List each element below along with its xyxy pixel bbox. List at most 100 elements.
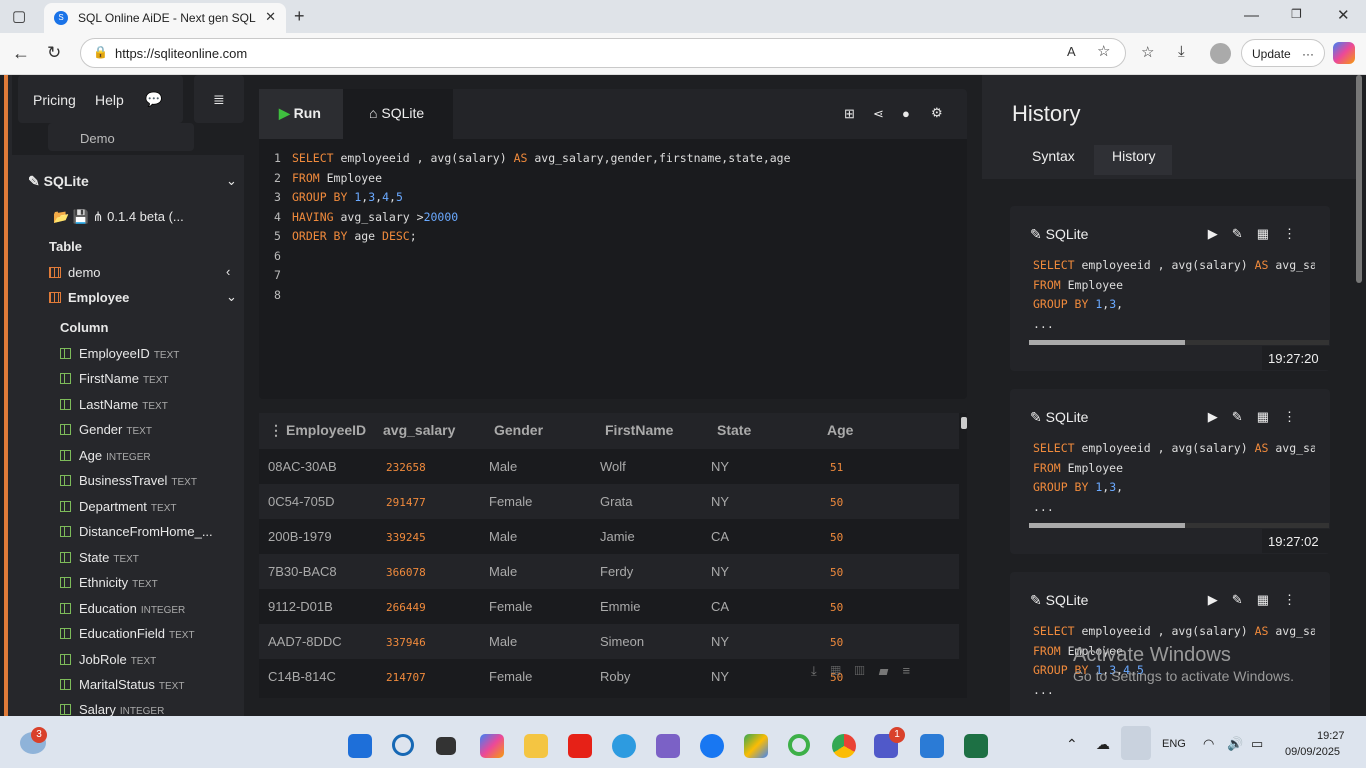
restore-icon[interactable]: ❐ [1291, 8, 1302, 20]
editor-tab-sqlite[interactable]: ⌂ SQLite [343, 89, 453, 139]
copilot-icon[interactable] [1333, 42, 1355, 64]
column-item[interactable]: Ethnicity TEXT [60, 575, 158, 590]
table-item-demo[interactable]: demo [49, 265, 101, 280]
run-button[interactable]: ▶ Run [259, 89, 343, 139]
code-area[interactable]: 1 SELECT employeeid , avg(salary) AS avg_… [274, 149, 791, 305]
card-scrollbar[interactable] [1029, 523, 1329, 528]
update-button[interactable]: Update ··· [1241, 39, 1325, 67]
url-field[interactable]: 🔒 https://sqliteonline.com A ☆ [80, 38, 1126, 68]
column-item[interactable]: LastName TEXT [60, 397, 168, 412]
column-item[interactable]: State TEXT [60, 550, 139, 565]
youtube-icon[interactable] [568, 734, 592, 758]
database-icon[interactable]: ≣ [213, 91, 225, 108]
site-info-icon[interactable]: 🔒 [93, 46, 108, 58]
column-item[interactable]: Education INTEGER [60, 601, 185, 616]
table-row[interactable]: 9112-D01B 266449 Female Emmie CA 50 [259, 589, 959, 624]
minimize-icon[interactable]: — [1244, 8, 1259, 23]
tree-icon[interactable]: ⋔ [93, 209, 104, 224]
column-item[interactable]: MaritalStatus TEXT [60, 677, 184, 692]
download-icon[interactable]: ⤓ [811, 663, 831, 678]
add-tab-icon[interactable]: ⊞ [844, 106, 855, 122]
chat-icon[interactable]: 💬 [145, 91, 162, 108]
downloads-icon[interactable]: ⤓ [1178, 44, 1185, 59]
close-tab-icon[interactable]: ✕ [265, 9, 276, 25]
more-icon[interactable]: ⋮ [1283, 592, 1310, 607]
settings-gear-icon[interactable]: ⚙ [931, 105, 943, 121]
grid-icon[interactable]: ▦ [1257, 226, 1283, 241]
column-item[interactable]: DistanceFromHome_... [60, 524, 217, 539]
card-scrollbar[interactable] [1029, 340, 1329, 345]
history-card[interactable]: ✎ SQLite ▶✎▦⋮ SELECT employeeid , avg(sa… [1010, 389, 1330, 554]
tab-history[interactable]: History [1094, 145, 1172, 175]
new-tab-icon[interactable]: + [294, 7, 305, 25]
mic-muted-icon[interactable] [1121, 726, 1151, 760]
header-cell[interactable]: Age [827, 422, 853, 438]
grid-icon[interactable]: ▦ [1257, 409, 1283, 424]
table-row[interactable]: 7B30-BAC8 366078 Male Ferdy NY 50 [259, 554, 959, 589]
onedrive-icon[interactable]: ☁ [1096, 736, 1110, 753]
task-view-icon[interactable] [436, 737, 456, 755]
grid-icon[interactable]: ▦ [1257, 592, 1283, 607]
pricing-link[interactable]: Pricing [33, 92, 76, 108]
photos-icon[interactable] [920, 734, 944, 758]
results-scrollbar[interactable] [961, 417, 967, 429]
chevron-down-icon[interactable]: ⌄ [226, 289, 237, 305]
back-icon[interactable]: ← [12, 44, 30, 62]
edit-icon[interactable]: ✎ [1232, 409, 1257, 424]
header-cell[interactable]: avg_salary [383, 422, 455, 438]
column-item[interactable]: Salary INTEGER [60, 702, 164, 716]
table-item-employee[interactable]: Employee [49, 290, 129, 305]
google-drive-icon[interactable] [744, 734, 768, 758]
edit-icon[interactable]: ✎ [1232, 226, 1257, 241]
edit-icon[interactable]: ✎ [1232, 592, 1257, 607]
db-tree-sqlite[interactable]: ✎ SQLite [28, 173, 89, 190]
wifi-icon[interactable]: ◠ [1203, 736, 1214, 752]
history-card[interactable]: ✎ SQLite ▶✎▦⋮ SELECT employeeid , avg(sa… [1010, 206, 1330, 371]
chevron-up-icon[interactable]: ⌃ [1066, 736, 1078, 753]
column-item[interactable]: Gender TEXT [60, 422, 152, 437]
volume-icon[interactable]: 🔊 [1227, 736, 1243, 752]
menu-icon[interactable]: ≡ [902, 663, 924, 678]
play-icon[interactable]: ▶ [1208, 592, 1232, 607]
clock-time[interactable]: 19:27 [1317, 730, 1345, 742]
file-explorer-icon[interactable] [524, 734, 548, 758]
play-icon[interactable]: ▶ [1208, 226, 1232, 241]
user-icon[interactable]: ● [902, 106, 910, 121]
column-item[interactable]: EducationField TEXT [60, 626, 195, 641]
grid-view-icon[interactable]: ▦ [831, 663, 855, 678]
header-cell[interactable]: Gender [494, 422, 543, 438]
chrome-icon[interactable] [832, 734, 856, 758]
app-icon[interactable] [656, 734, 680, 758]
profile-avatar[interactable] [1210, 43, 1231, 64]
book-icon[interactable]: ▰ [879, 663, 903, 678]
copilot-taskbar-icon[interactable] [480, 734, 504, 758]
close-window-icon[interactable]: ✕ [1337, 8, 1350, 23]
chevron-down-icon[interactable]: ⌄ [226, 173, 237, 189]
tab-syntax[interactable]: Syntax [1014, 145, 1093, 175]
header-cell[interactable]: FirstName [605, 422, 673, 438]
column-item[interactable]: Department TEXT [60, 499, 176, 514]
excel-icon[interactable] [964, 734, 988, 758]
language-indicator[interactable]: ENG [1162, 738, 1186, 750]
folder-icon[interactable]: 📂 [53, 209, 69, 224]
help-link[interactable]: Help [95, 92, 124, 108]
chevron-left-icon[interactable]: ‹ [226, 264, 230, 279]
favorites-icon[interactable]: ☆ [1141, 45, 1154, 60]
column-item[interactable]: JobRole TEXT [60, 652, 156, 667]
column-menu-icon[interactable]: ⋮ [269, 422, 283, 439]
edge-icon[interactable] [612, 734, 636, 758]
sidebar-toggle-icon[interactable]: ▢ [12, 9, 26, 24]
page-scrollbar[interactable] [1356, 75, 1362, 283]
share-icon[interactable]: ⋖ [873, 106, 884, 122]
search-icon[interactable] [392, 734, 414, 756]
column-item[interactable]: EmployeeID TEXT [60, 346, 179, 361]
column-item[interactable]: BusinessTravel TEXT [60, 473, 197, 488]
play-icon[interactable]: ▶ [1208, 409, 1232, 424]
clock-date[interactable]: 09/09/2025 [1285, 746, 1340, 758]
battery-icon[interactable]: ▭ [1251, 736, 1263, 752]
read-aloud-icon[interactable]: A [1067, 45, 1076, 58]
more-icon[interactable]: ⋮ [1283, 226, 1310, 241]
header-cell[interactable]: EmployeeID [286, 422, 366, 438]
table-row[interactable]: 0C54-705D 291477 Female Grata NY 50 [259, 484, 959, 519]
demo-link[interactable]: Demo [80, 131, 115, 146]
